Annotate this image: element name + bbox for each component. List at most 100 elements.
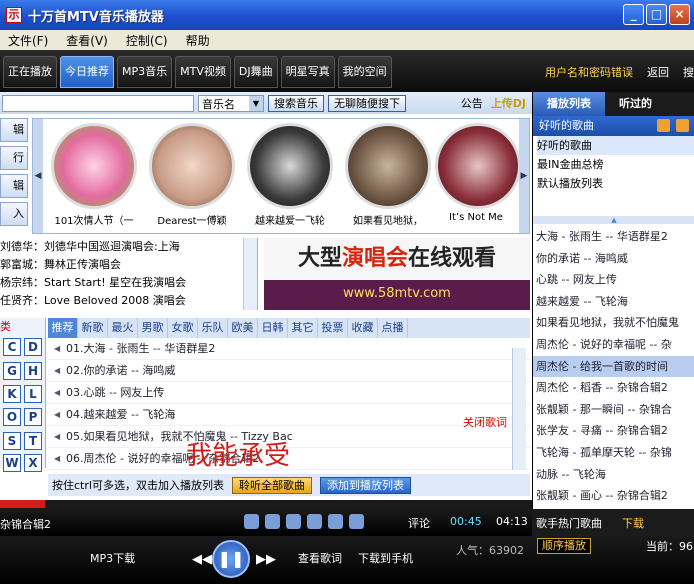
playlist-song[interactable]: 动脉 -- 飞轮海 xyxy=(533,464,694,486)
view-lyric-button[interactable]: 查看歌词 xyxy=(298,550,342,566)
login-error-text[interactable]: 用户名和密码错误 xyxy=(545,64,633,80)
artist-hot-songs[interactable]: 歌手热门歌曲 xyxy=(536,515,602,531)
add-list-icon[interactable] xyxy=(657,119,670,132)
tab-now-playing[interactable]: 正在播放 xyxy=(3,56,57,88)
letter-button[interactable]: K xyxy=(3,385,21,403)
playlist-song[interactable]: 周杰伦 - 说好的幸福呢 -- 杂 xyxy=(533,334,694,356)
search-input[interactable] xyxy=(2,94,194,112)
genre-tab[interactable]: 点播 xyxy=(378,318,408,338)
letter-button[interactable]: P xyxy=(24,408,42,426)
news-item[interactable]: 任贤齐：Love Beloved 2008 演唱会 xyxy=(0,292,257,310)
next-icon[interactable]: ▶▶ xyxy=(256,552,276,567)
song-row[interactable]: ◀ 01.大海 - 张雨生 -- 华语群星2 xyxy=(48,338,530,360)
carousel-item[interactable]: Dearest一傅颖 xyxy=(143,123,241,227)
playlist-song[interactable]: 飞轮海 - 孤单摩天轮 -- 杂锦 xyxy=(533,442,694,464)
carousel-right-arrow-icon[interactable]: ▶ xyxy=(519,119,529,233)
playlist-group[interactable]: 默认播放列表 xyxy=(537,174,694,193)
letter-button[interactable]: W xyxy=(3,454,21,472)
camera-icon[interactable] xyxy=(286,514,301,529)
letter-button[interactable]: H xyxy=(24,362,42,380)
left-category[interactable]: 入 xyxy=(0,202,28,226)
search-link[interactable]: 搜 xyxy=(683,64,694,80)
letter-button[interactable]: X xyxy=(24,454,42,472)
tab-dj[interactable]: DJ舞曲 xyxy=(233,56,278,88)
add-to-playlist-button[interactable]: 添加到播放列表 xyxy=(319,476,411,494)
playlist-song[interactable]: 你的承诺 -- 海鸣威 xyxy=(533,248,694,270)
play-video-icon[interactable] xyxy=(328,514,343,529)
news-item[interactable]: 刘德华：刘德华中国巡迴演唱会:上海 xyxy=(0,238,257,256)
tab-star-photo[interactable]: 明星写真 xyxy=(280,56,335,88)
splitter-up-icon[interactable]: ▲ xyxy=(533,216,694,224)
news-item[interactable]: 郭富城：舞林正传演唱会 xyxy=(0,256,257,274)
comment-button[interactable]: 评论 xyxy=(408,515,430,531)
users-icon[interactable] xyxy=(307,514,322,529)
pause-button[interactable]: ❚❚ xyxy=(212,540,250,578)
playlist-song[interactable]: 张靓颖 - 画心 -- 杂锦合辑2 xyxy=(533,485,694,507)
genre-tab[interactable]: 其它 xyxy=(288,318,318,338)
letter-button[interactable]: O xyxy=(3,408,21,426)
tab-mp3[interactable]: MP3音乐 xyxy=(117,56,173,88)
tab-playlist[interactable]: 播放列表 xyxy=(533,92,605,116)
playlist-song[interactable]: 心跳 -- 网友上传 xyxy=(533,269,694,291)
playlist-song[interactable]: 如果看见地狱，我就不怕魔鬼 xyxy=(533,312,694,334)
tab-history[interactable]: 听过的 xyxy=(605,92,666,116)
left-category[interactable]: 辑 xyxy=(0,118,28,142)
genre-tab[interactable]: 收藏 xyxy=(348,318,378,338)
letter-button[interactable]: C xyxy=(3,338,21,356)
download-link[interactable]: 下载 xyxy=(622,515,644,531)
letter-button[interactable]: D xyxy=(24,338,42,356)
menu-file[interactable]: 文件(F) xyxy=(8,32,48,49)
news-item[interactable]: 杨宗纬：Start Start! 星空在我演唱会 xyxy=(0,274,257,292)
menu-help[interactable]: 帮助 xyxy=(186,32,210,49)
genre-tab[interactable]: 新歌 xyxy=(78,318,108,338)
carousel-item[interactable]: It’s Not Me xyxy=(435,123,521,223)
menu-view[interactable]: 查看(V) xyxy=(66,32,108,49)
playlist-group[interactable]: 最IN金曲总榜 xyxy=(537,155,694,174)
left-category[interactable]: 辑 xyxy=(0,174,28,198)
playlist-song[interactable]: 张靓颖 - 那一瞬间 -- 杂锦合 xyxy=(533,399,694,421)
listen-all-button[interactable]: 聆听全部歌曲 xyxy=(231,476,312,494)
maximize-button[interactable]: □ xyxy=(646,4,667,25)
tab-mtv[interactable]: MTV视频 xyxy=(175,56,231,88)
carousel-item[interactable]: 101次情人节（一 xyxy=(45,123,143,227)
mp3-download-button[interactable]: MP3下载 xyxy=(90,550,135,566)
letter-button[interactable]: S xyxy=(3,432,21,450)
menu-control[interactable]: 控制(C) xyxy=(126,32,168,49)
genre-tab[interactable]: 最火 xyxy=(108,318,138,338)
edit-icon[interactable] xyxy=(676,119,689,132)
picture-icon[interactable] xyxy=(349,514,364,529)
close-lyric-link[interactable]: 关闭歌词 xyxy=(463,414,507,430)
chevron-down-icon[interactable]: ▼ xyxy=(249,95,263,111)
carousel-left-arrow-icon[interactable]: ◀ xyxy=(33,119,43,233)
playlist-song[interactable]: 大海 - 张雨生 -- 华语群星2 xyxy=(533,226,694,248)
random-search-button[interactable]: 无聊随便搜下 xyxy=(328,94,406,112)
playlist-song[interactable]: 周杰伦 - 给我一首歌的时间 xyxy=(533,355,694,378)
upload-dj-link[interactable]: 上传DJ xyxy=(491,97,526,110)
search-music-button[interactable]: 搜索音乐 xyxy=(268,94,324,112)
play-order-button[interactable]: 顺序播放 xyxy=(537,538,591,554)
tab-recommend[interactable]: 今日推荐 xyxy=(60,56,114,88)
carousel-item[interactable]: 越来越爱一飞轮 xyxy=(241,123,339,227)
disc-icon[interactable] xyxy=(244,514,259,529)
carousel-item[interactable]: 如果看见地狱， xyxy=(339,123,437,227)
genre-tab[interactable]: 欧美 xyxy=(228,318,258,338)
minimize-button[interactable]: _ xyxy=(623,4,644,25)
genre-tab[interactable]: 日韩 xyxy=(258,318,288,338)
playlist-song[interactable]: 周杰伦 - 稻香 -- 杂锦合辑2 xyxy=(533,377,694,399)
download-icon[interactable] xyxy=(265,514,280,529)
back-link[interactable]: 返回 xyxy=(647,64,669,80)
genre-tab[interactable]: 男歌 xyxy=(138,318,168,338)
playlist-group[interactable]: 好听的歌曲 xyxy=(537,136,694,155)
song-list-scrollbar[interactable] xyxy=(512,348,526,470)
news-scrollbar[interactable] xyxy=(243,238,257,310)
download-to-phone-button[interactable]: 下载到手机 xyxy=(358,550,413,566)
close-button[interactable]: × xyxy=(669,4,690,25)
left-category[interactable]: 行 xyxy=(0,146,28,170)
playlist-song[interactable]: 越来越爱 -- 飞轮海 xyxy=(533,291,694,313)
previous-icon[interactable]: ◀◀ xyxy=(192,552,212,567)
genre-tab[interactable]: 女歌 xyxy=(168,318,198,338)
letter-button[interactable]: L xyxy=(24,385,42,403)
song-row[interactable]: ◀ 03.心跳 -- 网友上传 xyxy=(48,382,530,404)
concert-banner[interactable]: 大型演唱会在线观看 www.58mtv.com xyxy=(264,238,530,310)
genre-tab[interactable]: 乐队 xyxy=(198,318,228,338)
